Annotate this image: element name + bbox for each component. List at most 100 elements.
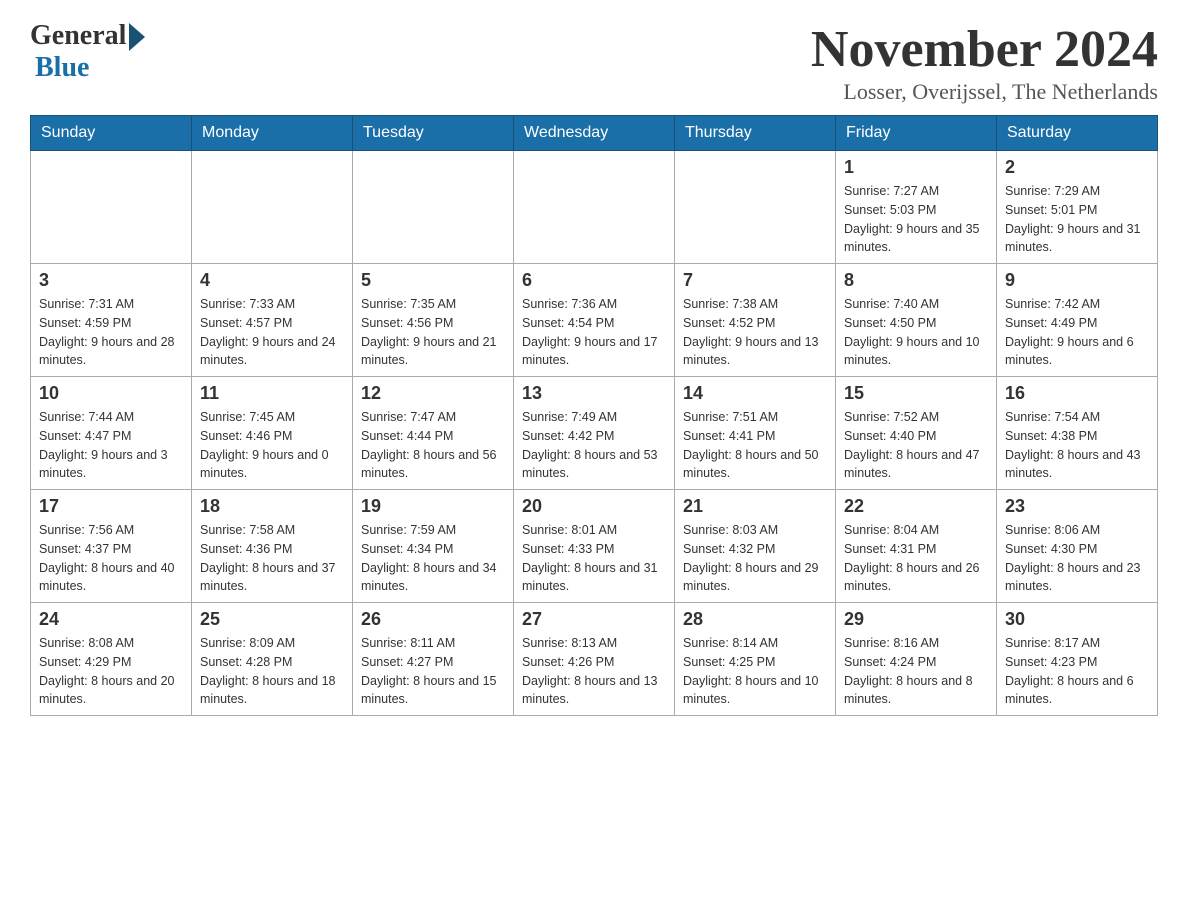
header-thursday: Thursday (675, 116, 836, 151)
day-info: Sunrise: 8:08 AMSunset: 4:29 PMDaylight:… (39, 634, 183, 709)
day-info: Sunrise: 8:11 AMSunset: 4:27 PMDaylight:… (361, 634, 505, 709)
day-info: Sunrise: 7:35 AMSunset: 4:56 PMDaylight:… (361, 295, 505, 370)
day-number: 16 (1005, 383, 1149, 404)
day-number: 9 (1005, 270, 1149, 291)
logo-top: General (30, 20, 145, 52)
calendar-cell (353, 151, 514, 264)
day-info: Sunrise: 7:54 AMSunset: 4:38 PMDaylight:… (1005, 408, 1149, 483)
day-number: 1 (844, 157, 988, 178)
day-number: 5 (361, 270, 505, 291)
header: General Blue November 2024 Losser, Overi… (30, 20, 1158, 105)
day-info: Sunrise: 7:56 AMSunset: 4:37 PMDaylight:… (39, 521, 183, 596)
calendar-cell: 16 Sunrise: 7:54 AMSunset: 4:38 PMDayligh… (997, 377, 1158, 490)
calendar-cell: 29 Sunrise: 8:16 AMSunset: 4:24 PMDayligh… (836, 603, 997, 716)
calendar-cell: 4 Sunrise: 7:33 AMSunset: 4:57 PMDaylight… (192, 264, 353, 377)
location-title: Losser, Overijssel, The Netherlands (811, 79, 1158, 105)
logo: General Blue (30, 20, 145, 84)
calendar-cell (192, 151, 353, 264)
day-number: 10 (39, 383, 183, 404)
day-number: 22 (844, 496, 988, 517)
calendar: SundayMondayTuesdayWednesdayThursdayFrid… (30, 115, 1158, 716)
calendar-week-3: 10Sunrise: 7:44 AMSunset: 4:47 PMDayligh… (31, 377, 1158, 490)
day-number: 20 (522, 496, 666, 517)
header-tuesday: Tuesday (353, 116, 514, 151)
day-info: Sunrise: 8:16 AMSunset: 4:24 PMDaylight:… (844, 634, 988, 709)
day-number: 3 (39, 270, 183, 291)
day-number: 11 (200, 383, 344, 404)
day-info: Sunrise: 7:27 AMSunset: 5:03 PMDaylight:… (844, 182, 988, 257)
day-number: 26 (361, 609, 505, 630)
day-info: Sunrise: 7:58 AMSunset: 4:36 PMDaylight:… (200, 521, 344, 596)
day-info: Sunrise: 7:40 AMSunset: 4:50 PMDaylight:… (844, 295, 988, 370)
day-number: 7 (683, 270, 827, 291)
day-info: Sunrise: 7:45 AMSunset: 4:46 PMDaylight:… (200, 408, 344, 483)
day-number: 18 (200, 496, 344, 517)
calendar-cell: 15Sunrise: 7:52 AMSunset: 4:40 PMDayligh… (836, 377, 997, 490)
calendar-week-4: 17 Sunrise: 7:56 AMSunset: 4:37 PMDayligh… (31, 490, 1158, 603)
day-info: Sunrise: 8:13 AMSunset: 4:26 PMDaylight:… (522, 634, 666, 709)
day-number: 12 (361, 383, 505, 404)
calendar-cell: 20 Sunrise: 8:01 AMSunset: 4:33 PMDayligh… (514, 490, 675, 603)
day-info: Sunrise: 7:33 AMSunset: 4:57 PMDaylight:… (200, 295, 344, 370)
calendar-cell: 9 Sunrise: 7:42 AMSunset: 4:49 PMDaylight… (997, 264, 1158, 377)
calendar-week-2: 3 Sunrise: 7:31 AMSunset: 4:59 PMDaylight… (31, 264, 1158, 377)
calendar-cell (675, 151, 836, 264)
calendar-cell: 21 Sunrise: 8:03 AMSunset: 4:32 PMDayligh… (675, 490, 836, 603)
header-monday: Monday (192, 116, 353, 151)
day-number: 25 (200, 609, 344, 630)
logo-arrow-icon (129, 23, 145, 51)
day-number: 14 (683, 383, 827, 404)
calendar-cell: 30 Sunrise: 8:17 AMSunset: 4:23 PMDayligh… (997, 603, 1158, 716)
calendar-cell: 8 Sunrise: 7:40 AMSunset: 4:50 PMDaylight… (836, 264, 997, 377)
header-friday: Friday (836, 116, 997, 151)
calendar-cell: 2 Sunrise: 7:29 AMSunset: 5:01 PMDaylight… (997, 151, 1158, 264)
calendar-cell: 11 Sunrise: 7:45 AMSunset: 4:46 PMDayligh… (192, 377, 353, 490)
day-number: 29 (844, 609, 988, 630)
title-area: November 2024 Losser, Overijssel, The Ne… (811, 20, 1158, 105)
header-sunday: Sunday (31, 116, 192, 151)
calendar-cell: 13 Sunrise: 7:49 AMSunset: 4:42 PMDayligh… (514, 377, 675, 490)
header-saturday: Saturday (997, 116, 1158, 151)
day-info: Sunrise: 7:31 AMSunset: 4:59 PMDaylight:… (39, 295, 183, 370)
day-info: Sunrise: 7:42 AMSunset: 4:49 PMDaylight:… (1005, 295, 1149, 370)
logo-blue-label: Blue (35, 52, 89, 84)
day-number: 8 (844, 270, 988, 291)
calendar-cell: 27 Sunrise: 8:13 AMSunset: 4:26 PMDayligh… (514, 603, 675, 716)
day-info: Sunrise: 7:38 AMSunset: 4:52 PMDaylight:… (683, 295, 827, 370)
day-number: 24 (39, 609, 183, 630)
calendar-cell: 25 Sunrise: 8:09 AMSunset: 4:28 PMDayligh… (192, 603, 353, 716)
day-info: Sunrise: 8:06 AMSunset: 4:30 PMDaylight:… (1005, 521, 1149, 596)
calendar-cell: 12 Sunrise: 7:47 AMSunset: 4:44 PMDayligh… (353, 377, 514, 490)
calendar-cell: 6Sunrise: 7:36 AMSunset: 4:54 PMDaylight… (514, 264, 675, 377)
day-info: Sunrise: 8:17 AMSunset: 4:23 PMDaylight:… (1005, 634, 1149, 709)
calendar-cell: 28 Sunrise: 8:14 AMSunset: 4:25 PMDayligh… (675, 603, 836, 716)
day-info: Sunrise: 8:09 AMSunset: 4:28 PMDaylight:… (200, 634, 344, 709)
day-number: 27 (522, 609, 666, 630)
calendar-cell: 10Sunrise: 7:44 AMSunset: 4:47 PMDayligh… (31, 377, 192, 490)
month-title: November 2024 (811, 20, 1158, 79)
day-number: 13 (522, 383, 666, 404)
day-info: Sunrise: 8:14 AMSunset: 4:25 PMDaylight:… (683, 634, 827, 709)
logo-general-text: General (30, 20, 126, 52)
day-info: Sunrise: 7:47 AMSunset: 4:44 PMDaylight:… (361, 408, 505, 483)
calendar-cell: 1 Sunrise: 7:27 AMSunset: 5:03 PMDaylight… (836, 151, 997, 264)
day-info: Sunrise: 7:29 AMSunset: 5:01 PMDaylight:… (1005, 182, 1149, 257)
day-info: Sunrise: 8:04 AMSunset: 4:31 PMDaylight:… (844, 521, 988, 596)
day-number: 21 (683, 496, 827, 517)
day-number: 4 (200, 270, 344, 291)
day-number: 30 (1005, 609, 1149, 630)
day-info: Sunrise: 8:03 AMSunset: 4:32 PMDaylight:… (683, 521, 827, 596)
day-number: 28 (683, 609, 827, 630)
day-info: Sunrise: 8:01 AMSunset: 4:33 PMDaylight:… (522, 521, 666, 596)
day-info: Sunrise: 7:49 AMSunset: 4:42 PMDaylight:… (522, 408, 666, 483)
calendar-cell: 17 Sunrise: 7:56 AMSunset: 4:37 PMDayligh… (31, 490, 192, 603)
calendar-week-5: 24 Sunrise: 8:08 AMSunset: 4:29 PMDayligh… (31, 603, 1158, 716)
day-number: 2 (1005, 157, 1149, 178)
calendar-cell: 5 Sunrise: 7:35 AMSunset: 4:56 PMDaylight… (353, 264, 514, 377)
calendar-header-row: SundayMondayTuesdayWednesdayThursdayFrid… (31, 116, 1158, 151)
calendar-cell: 7 Sunrise: 7:38 AMSunset: 4:52 PMDaylight… (675, 264, 836, 377)
calendar-cell (514, 151, 675, 264)
day-number: 17 (39, 496, 183, 517)
calendar-cell: 26 Sunrise: 8:11 AMSunset: 4:27 PMDayligh… (353, 603, 514, 716)
day-info: Sunrise: 7:36 AMSunset: 4:54 PMDaylight:… (522, 295, 666, 370)
